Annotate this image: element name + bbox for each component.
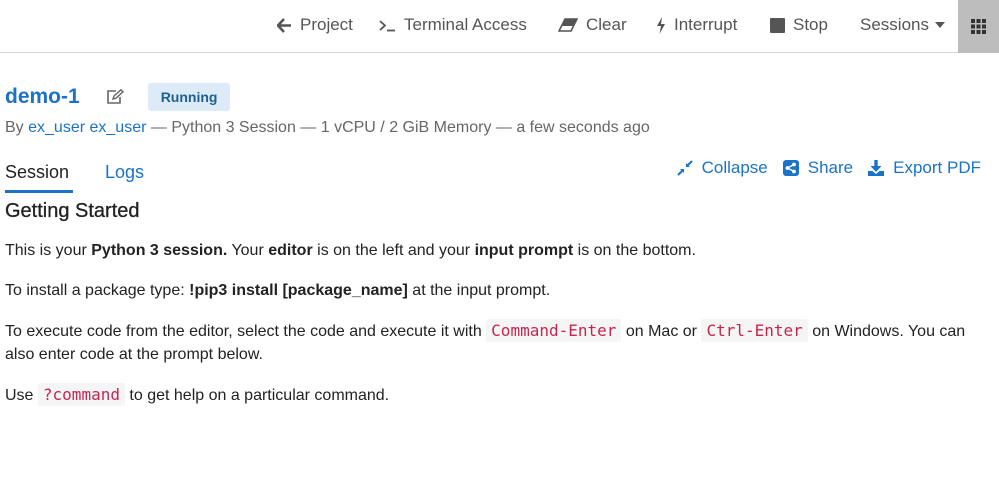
- interrupt-button[interactable]: Interrupt: [656, 0, 737, 50]
- code-snippet: Command-Enter: [486, 319, 622, 342]
- download-icon: [868, 160, 885, 176]
- help-paragraph: Use ?command to get help on a particular…: [5, 383, 990, 407]
- meta-by: By: [5, 119, 24, 136]
- text: This is your: [5, 242, 92, 259]
- terminal-access-label: Terminal Access: [404, 15, 527, 34]
- interrupt-label: Interrupt: [674, 15, 738, 34]
- text: is on the bottom.: [573, 242, 696, 259]
- top-toolbar: Project Terminal Access Clear Interrupt …: [0, 0, 999, 53]
- terminal-icon: [379, 19, 396, 32]
- grid-icon: [971, 19, 986, 34]
- session-actions: Collapse Share Export PDF: [662, 155, 981, 181]
- text: To install a package type:: [5, 282, 190, 299]
- session-title[interactable]: demo-1: [5, 85, 80, 109]
- compress-icon: [676, 160, 693, 176]
- text: is on the left and your: [312, 242, 475, 259]
- edit-icon[interactable]: [106, 89, 124, 105]
- export-pdf-button[interactable]: Export PDF: [868, 158, 981, 178]
- bold-text: input prompt: [474, 242, 574, 259]
- share-button[interactable]: Share: [782, 158, 854, 178]
- text: Use: [5, 387, 38, 404]
- code-snippet: Ctrl-Enter: [701, 319, 808, 342]
- tab-logs[interactable]: Logs: [105, 152, 144, 193]
- apps-grid-button[interactable]: [958, 0, 999, 53]
- arrow-left-icon: [277, 17, 292, 33]
- sessions-dropdown[interactable]: Sessions: [860, 0, 945, 50]
- project-button[interactable]: Project: [277, 0, 353, 50]
- meta-details: — Python 3 Session — 1 vCPU / 2 GiB Memo…: [150, 119, 650, 136]
- tab-session[interactable]: Session: [5, 152, 74, 193]
- bold-text: Python 3 session.: [91, 242, 228, 259]
- bolt-icon: [656, 16, 666, 34]
- project-label: Project: [300, 15, 353, 34]
- clear-label: Clear: [586, 15, 627, 34]
- text: To execute code from the editor, select …: [5, 323, 487, 340]
- caret-down-icon: [934, 22, 945, 28]
- sessions-label: Sessions: [860, 15, 929, 34]
- bold-text: editor: [268, 242, 313, 259]
- session-title-row: demo-1 Running: [5, 82, 231, 112]
- text: on Mac or: [621, 323, 702, 340]
- intro-paragraph: This is your Python 3 session. Your edit…: [5, 239, 990, 262]
- share-label: Share: [807, 158, 854, 177]
- collapse-label: Collapse: [701, 158, 768, 177]
- text: Your: [227, 242, 269, 259]
- clear-button[interactable]: Clear: [558, 0, 627, 50]
- status-badge: Running: [147, 83, 231, 111]
- code-snippet: ?command: [37, 383, 125, 406]
- share-icon: [782, 160, 799, 176]
- stop-button[interactable]: Stop: [770, 0, 828, 50]
- text: at the input prompt.: [407, 282, 551, 299]
- getting-started-heading: Getting Started: [5, 200, 140, 222]
- text: to get help on a particular command.: [124, 387, 390, 404]
- export-pdf-label: Export PDF: [893, 158, 981, 177]
- session-meta: By ex_user ex_user — Python 3 Session — …: [5, 119, 650, 137]
- user-link[interactable]: ex_user ex_user: [28, 119, 146, 136]
- terminal-access-button[interactable]: Terminal Access: [379, 0, 527, 50]
- collapse-button[interactable]: Collapse: [676, 158, 768, 178]
- stop-label: Stop: [793, 15, 828, 34]
- install-paragraph: To install a package type: !pip3 install…: [5, 279, 990, 302]
- execute-paragraph: To execute code from the editor, select …: [5, 319, 990, 366]
- session-content: Getting Started This is your Python 3 se…: [5, 200, 990, 424]
- stop-icon: [770, 17, 785, 33]
- eraser-icon: [558, 18, 578, 32]
- bold-text: !pip3 install [package_name]: [189, 282, 408, 299]
